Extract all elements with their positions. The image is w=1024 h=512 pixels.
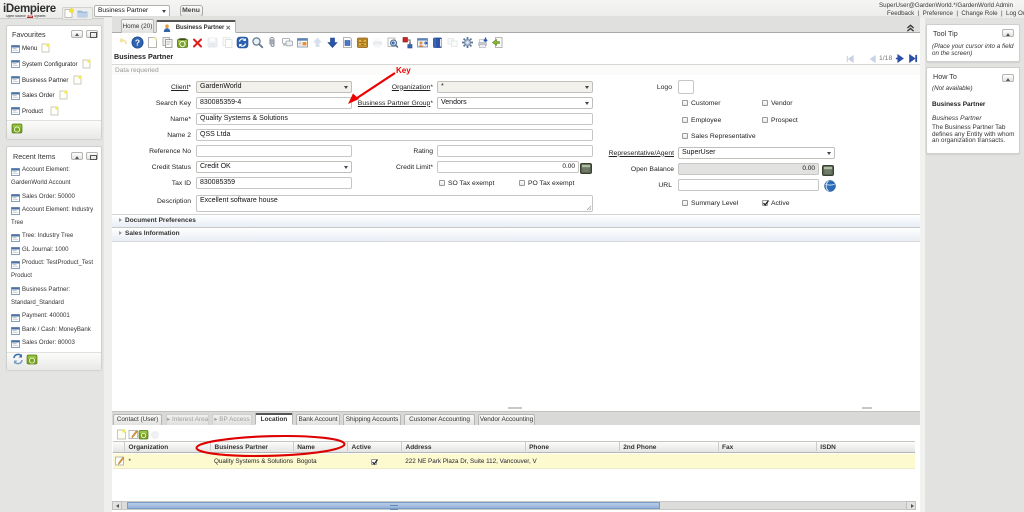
- svg-text:?: ?: [134, 37, 139, 47]
